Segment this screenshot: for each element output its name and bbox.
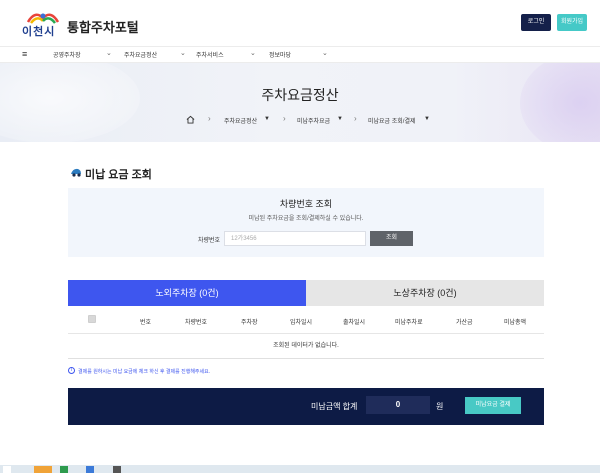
- column-header: 차량번호: [185, 320, 208, 326]
- chevron-right-icon: ›: [283, 114, 286, 123]
- nav-item-public-parking[interactable]: 공영주차장: [53, 50, 81, 59]
- main-nav: ≡ 공영주차장 ⌄ 주차요금정산 ⌄ 주차서비스 ⌄ 정보마당 ⌄: [0, 46, 600, 63]
- car-icon: [71, 168, 81, 177]
- info-icon: i: [68, 367, 75, 374]
- site-title[interactable]: 통합주차포털: [67, 17, 139, 36]
- column-header: 주차장: [241, 320, 258, 326]
- app-icon[interactable]: [113, 466, 121, 473]
- chevron-right-icon: ›: [354, 114, 357, 123]
- nav-item-fee-payment[interactable]: 주차요금정산: [124, 50, 157, 59]
- chevron-down-icon: ⌄: [106, 50, 112, 57]
- os-taskbar: [0, 465, 600, 473]
- hamburger-icon[interactable]: ≡: [22, 49, 27, 59]
- app-icon[interactable]: [34, 466, 52, 473]
- plate-number-input[interactable]: [224, 231, 366, 246]
- column-header: 번호: [140, 320, 152, 326]
- currency-unit: 원: [436, 402, 444, 411]
- breadcrumb-item[interactable]: 미납주차요금: [297, 116, 330, 125]
- tab-offstreet[interactable]: 노외주차장 (0건): [68, 280, 306, 306]
- search-description: 미납된 주차요금을 조회/결제하실 수 있습니다.: [248, 216, 364, 222]
- select-all-checkbox[interactable]: [88, 315, 96, 323]
- chevron-right-icon: ›: [208, 114, 211, 123]
- total-label: 미납금액 합계: [311, 402, 358, 411]
- chevron-down-icon: ⌄: [180, 50, 186, 57]
- home-icon[interactable]: [186, 115, 195, 124]
- plate-search-panel: 차량번호 조회 미납된 주차요금을 조회/결제하실 수 있습니다. 차량번호 조…: [68, 188, 544, 257]
- chevron-down-icon: ⌄: [322, 50, 328, 57]
- plate-label: 차량번호: [198, 238, 221, 244]
- notice-text: 결제를 원하시는 미납 요금에 체크 하신 후 결제를 진행해주세요.: [78, 369, 211, 375]
- column-header: 가산금: [456, 320, 473, 326]
- login-button[interactable]: 로그인: [521, 14, 551, 31]
- breadcrumb-item[interactable]: 주차요금정산: [224, 116, 257, 125]
- column-header: 출차일시: [343, 320, 366, 326]
- column-header: 입차일시: [290, 320, 313, 326]
- join-button[interactable]: 회원가입: [557, 14, 587, 31]
- caret-down-icon[interactable]: ▼: [264, 116, 270, 122]
- table-header: 번호 차량번호 주차장 입차일시 출차일시 미납주차료 가산금 미납총액: [68, 306, 544, 334]
- breadcrumb-item[interactable]: 미납요금 조회/결제: [368, 116, 416, 125]
- chevron-down-icon: ⌄: [250, 50, 256, 57]
- caret-down-icon[interactable]: ▼: [424, 116, 430, 122]
- section-title: 미납 요금 조회: [85, 169, 152, 181]
- pay-button[interactable]: 미납요금 결제: [465, 397, 521, 414]
- page-banner: 주차요금정산 › 주차요금정산 ▼ › 미납주차요금 ▼ › 미납요금 조회/결…: [0, 63, 600, 142]
- total-amount: 0: [366, 396, 430, 414]
- tab-onstreet[interactable]: 노상주차장 (0건): [306, 280, 544, 306]
- start-icon[interactable]: [3, 466, 11, 473]
- app-icon[interactable]: [60, 466, 68, 473]
- site-header: 이천시 통합주차포털 로그인 회원가입: [0, 0, 600, 46]
- search-title: 차량번호 조회: [279, 199, 333, 209]
- caret-down-icon[interactable]: ▼: [337, 116, 343, 122]
- column-header: 미납주차료: [395, 320, 423, 326]
- search-button[interactable]: 조회: [370, 231, 413, 246]
- column-header: 미납총액: [504, 320, 527, 326]
- logo-text: 이천시: [22, 26, 56, 38]
- empty-message: 조회된 데이터가 없습니다.: [68, 334, 544, 359]
- page-title: 주차요금정산: [261, 87, 339, 103]
- nav-item-info[interactable]: 정보마당: [269, 50, 291, 59]
- app-icon[interactable]: [86, 466, 94, 473]
- nav-item-parking-service[interactable]: 주차서비스: [196, 50, 224, 59]
- breadcrumb: › 주차요금정산 ▼ › 미납주차요금 ▼ › 미납요금 조회/결제 ▼: [0, 113, 600, 127]
- total-bar: 미납금액 합계 0 원 미납요금 결제: [68, 388, 544, 425]
